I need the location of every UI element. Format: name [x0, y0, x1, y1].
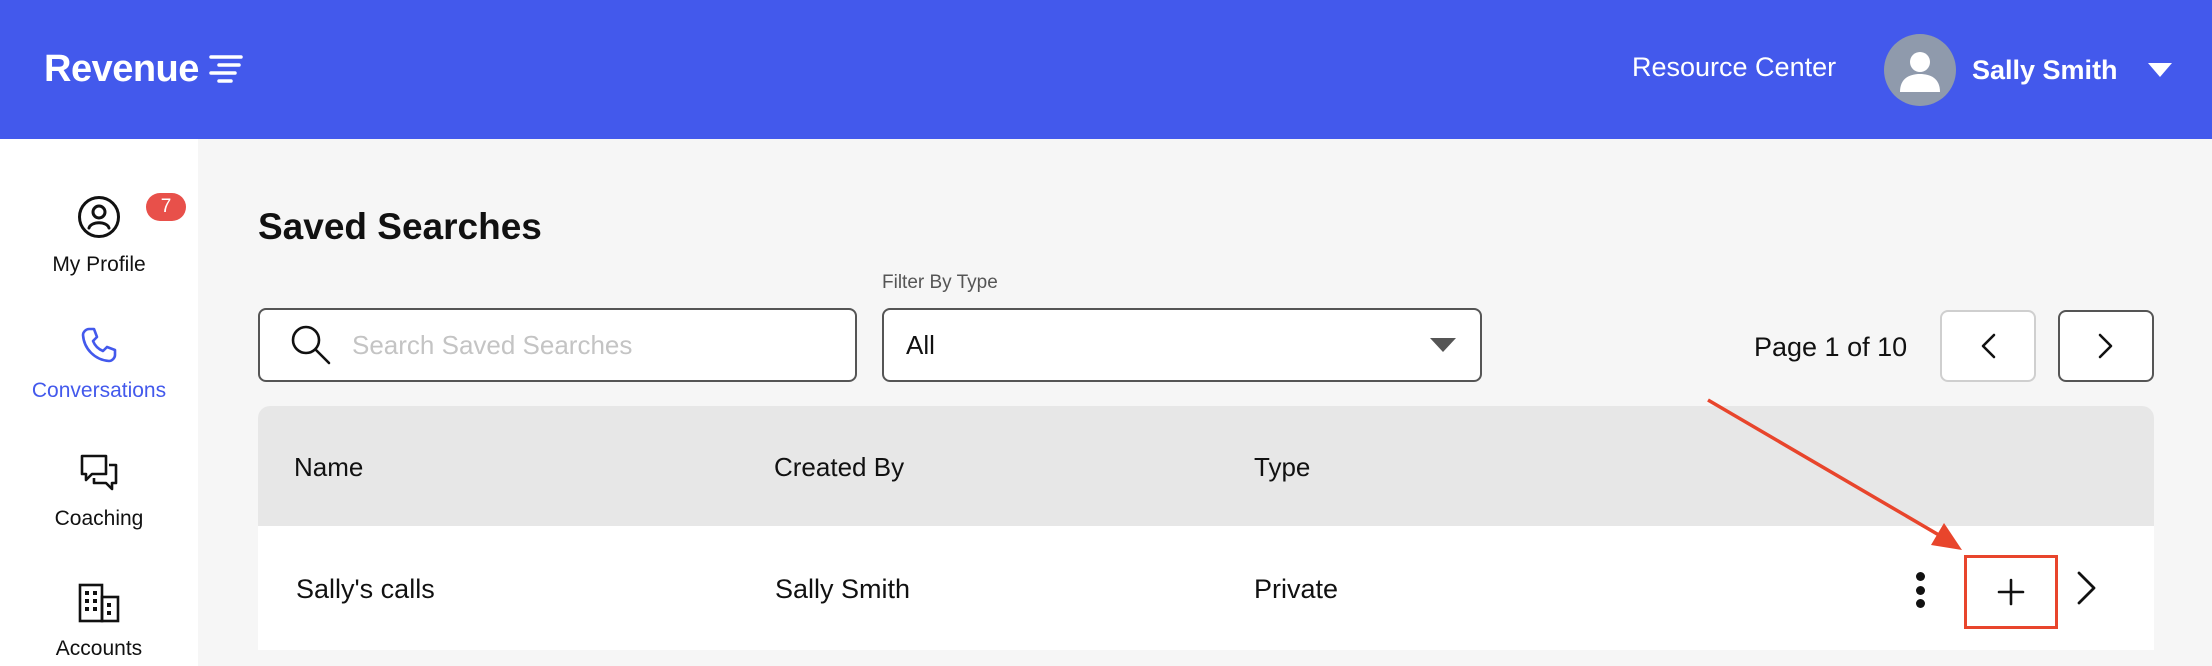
plus-icon: [1997, 578, 2025, 606]
sidebar-item-coaching[interactable]: Coaching: [0, 453, 198, 531]
more-options-icon[interactable]: [1914, 572, 1926, 608]
next-page-button[interactable]: [2058, 310, 2154, 382]
pagination-text: Page 1 of 10: [1754, 332, 1908, 362]
user-circle-icon: [78, 196, 120, 238]
cell-type: Private: [1254, 574, 1339, 604]
search-icon: [291, 325, 331, 365]
search-input[interactable]: [352, 329, 832, 361]
caret-down-icon[interactable]: [2147, 63, 2172, 77]
phone-icon: [81, 327, 117, 363]
sidebar-item-label: My Profile: [52, 253, 146, 276]
logo-text: Revenue: [44, 47, 199, 90]
search-box[interactable]: [258, 308, 857, 382]
column-header-name[interactable]: Name: [294, 452, 363, 483]
cell-created-by: Sally Smith: [775, 574, 911, 604]
chevron-right-icon: [2098, 333, 2113, 359]
user-menu[interactable]: Sally Smith: [1884, 34, 2172, 106]
add-button[interactable]: [1964, 555, 2058, 629]
chevron-left-icon: [1981, 333, 1996, 359]
sidebar-item-label: Accounts: [55, 637, 143, 660]
sidebar-item-label: Coaching: [54, 507, 144, 530]
filter-selected-value: All: [906, 329, 935, 360]
sidebar: My Profile 7 Conversations Coaching Acco…: [0, 139, 198, 666]
previous-page-button[interactable]: [1940, 310, 2036, 382]
top-bar: Revenue Resource Center Sally Smith: [0, 0, 2212, 139]
page-title: Saved Searches: [258, 206, 542, 247]
logo-lines-icon: [209, 55, 243, 83]
cell-name: Sally's calls: [296, 574, 435, 604]
sidebar-item-conversations[interactable]: Conversations: [0, 325, 198, 403]
person-icon: [1900, 52, 1940, 92]
app-logo[interactable]: Revenue: [44, 44, 243, 94]
column-header-type[interactable]: Type: [1254, 452, 1310, 483]
filter-type-select[interactable]: All: [882, 308, 1482, 382]
chat-bubbles-icon: [80, 454, 118, 491]
table-row[interactable]: Sally's calls Sally Smith Private: [258, 526, 2154, 650]
sidebar-item-label: Conversations: [31, 379, 167, 402]
caret-down-icon: [1430, 338, 1456, 352]
resource-center-link[interactable]: Resource Center: [1632, 52, 1836, 83]
column-header-created-by[interactable]: Created By: [774, 452, 904, 483]
table-header: Name Created By Type: [258, 406, 2154, 526]
notification-badge: 7: [146, 193, 186, 221]
sidebar-item-accounts[interactable]: Accounts: [0, 583, 198, 661]
building-icon: [78, 583, 120, 623]
user-name: Sally Smith: [1972, 54, 2118, 85]
chevron-right-icon[interactable]: [2076, 570, 2098, 606]
avatar: [1884, 34, 1956, 106]
filter-label: Filter By Type: [882, 272, 998, 293]
